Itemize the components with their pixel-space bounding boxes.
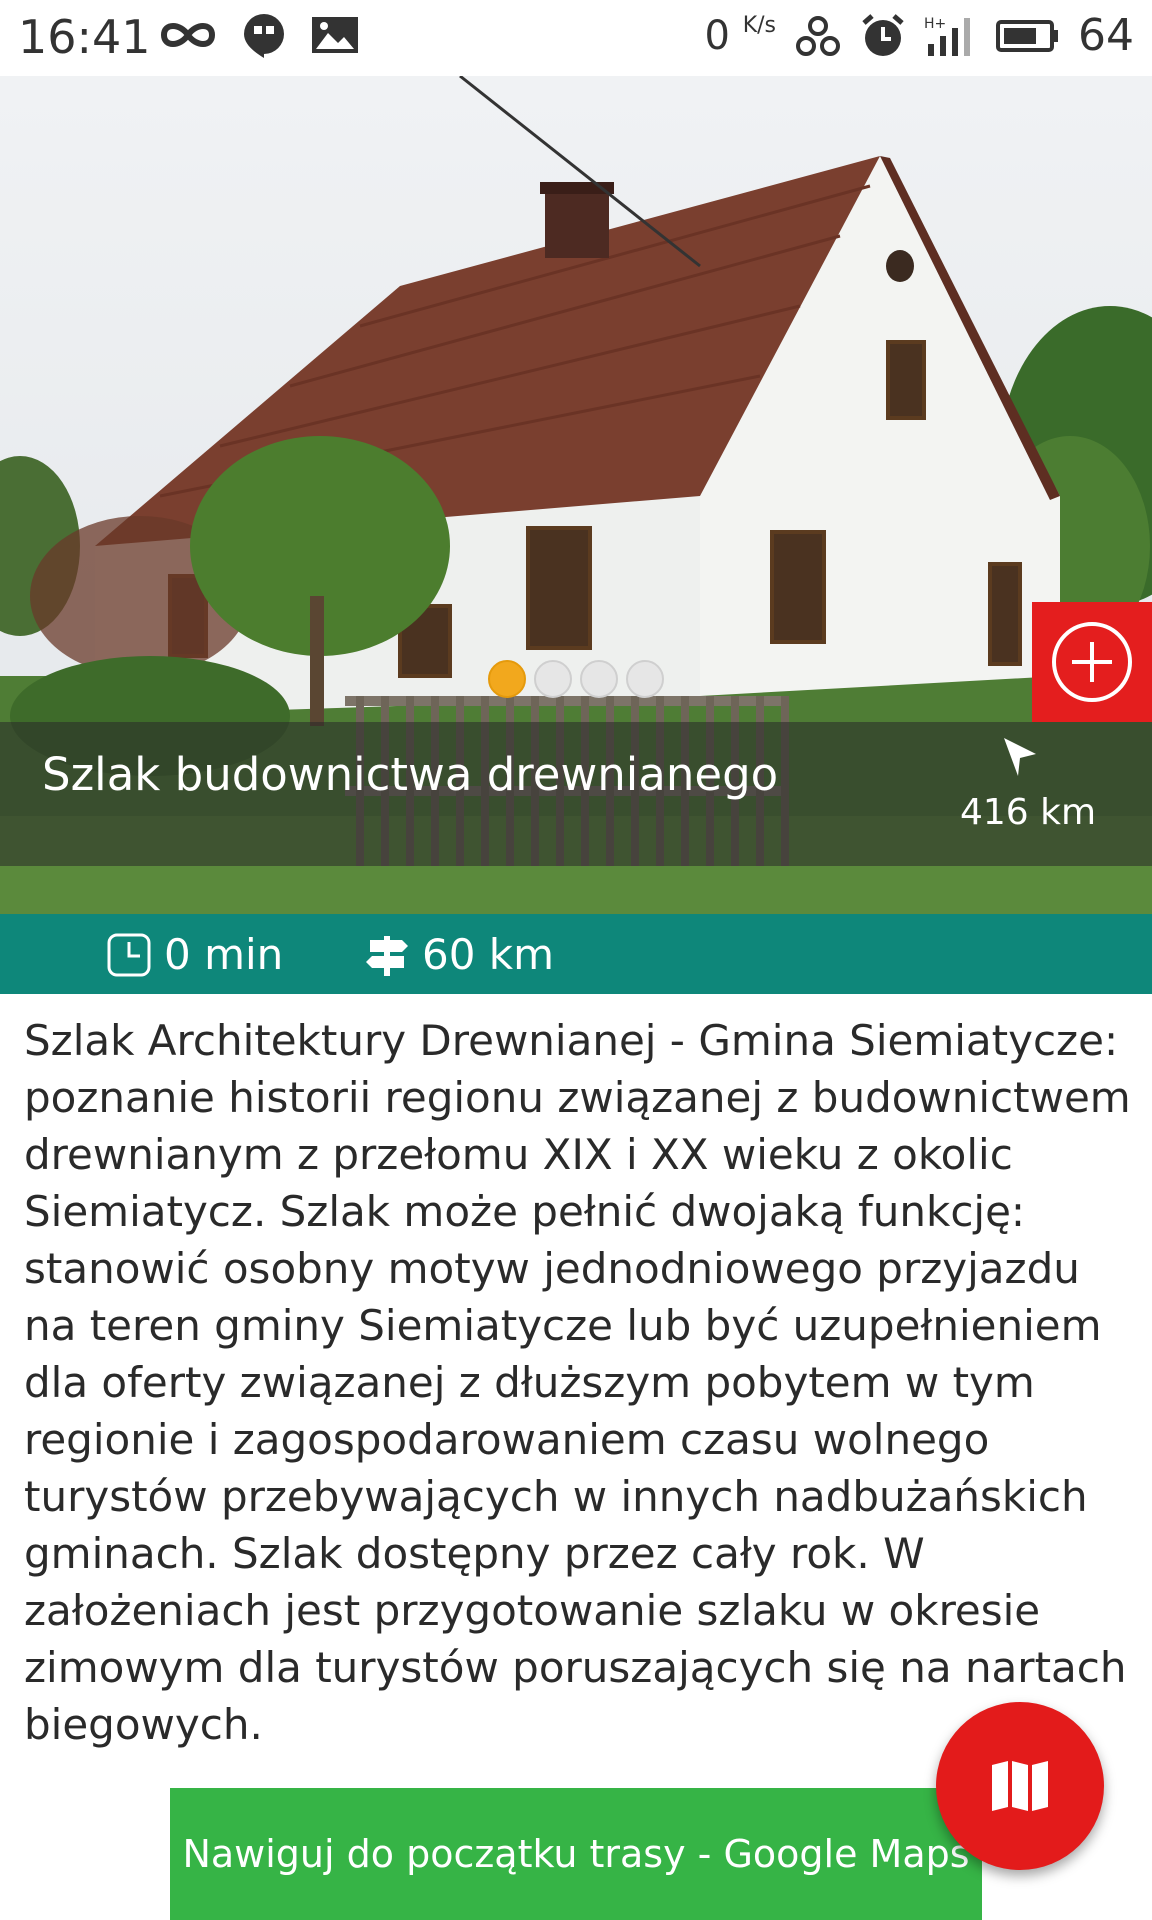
distance-to-route: 416 km <box>960 792 1097 833</box>
network-speed: 0 K/s <box>704 12 776 59</box>
carousel-indicator <box>488 660 664 698</box>
battery-level: 64 <box>1078 10 1134 61</box>
route-description: Szlak Architektury Drewnianej - Gmina Si… <box>24 1016 1131 1749</box>
route-length: 60 km <box>364 930 554 979</box>
carousel-dot[interactable] <box>488 660 526 698</box>
carousel-dot[interactable] <box>534 660 572 698</box>
status-time: 16:41 <box>18 10 151 64</box>
route-title: Szlak budownictwa drewnianego <box>42 748 779 801</box>
route-duration: 0 min <box>106 930 283 979</box>
hangouts-icon <box>244 14 284 58</box>
signal-icon: H+ <box>924 16 970 56</box>
image-icon <box>312 17 358 53</box>
carousel-dot[interactable] <box>580 660 618 698</box>
map-fab-button[interactable] <box>936 1702 1104 1870</box>
infinity-icon <box>160 23 216 47</box>
duration-value: 0 min <box>164 930 284 979</box>
system-icons: 0 K/s H+ 64 <box>705 10 1134 61</box>
direction-arrow-icon <box>1004 738 1036 776</box>
length-value: 60 km <box>422 930 555 979</box>
hero-image-carousel[interactable]: Szlak budownictwa drewnianego 416 km <box>0 76 1152 914</box>
notification-icons <box>158 12 360 58</box>
add-to-favorites-button[interactable] <box>1032 602 1152 722</box>
route-info-bar: 0 min 60 km <box>0 914 1152 994</box>
map-icon <box>992 1761 1048 1811</box>
sync-icon <box>796 15 840 56</box>
carousel-dot[interactable] <box>626 660 664 698</box>
alarm-icon <box>862 13 904 56</box>
signpost-icon <box>366 935 408 976</box>
navigate-google-maps-button[interactable]: Nawiguj do początku trasy - Google Maps <box>170 1788 982 1920</box>
svg-text:H+: H+ <box>924 16 946 32</box>
clock-icon <box>107 933 151 976</box>
status-bar: 16:41 0 K/s H+ 64 <box>0 0 1152 76</box>
battery-icon <box>996 19 1058 52</box>
plus-circle-icon <box>1052 622 1132 702</box>
